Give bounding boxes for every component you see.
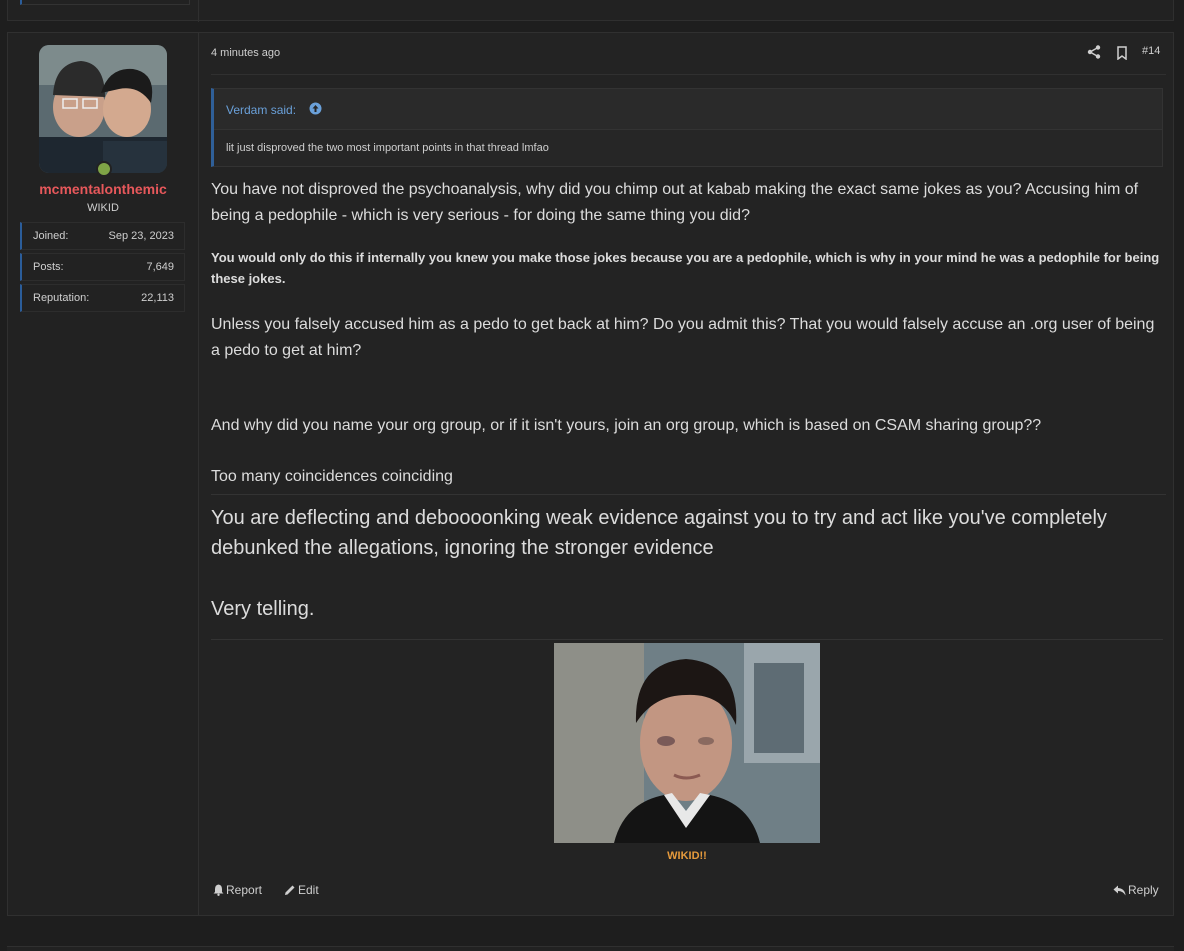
post-timestamp[interactable]: 4 minutes ago <box>211 47 280 59</box>
quote-header: Verdam said: <box>214 89 1162 130</box>
user-sidebar: mcmentalonthemic WIKID Joined: Sep 23, 2… <box>8 33 199 915</box>
stat-reputation: Reputation: 22,113 <box>20 284 185 312</box>
post-paragraph-large: You are deflecting and deboooonking weak… <box>211 507 1107 559</box>
divider <box>211 74 1166 75</box>
post-paragraph-bold: You would only do this if internally you… <box>211 250 1160 286</box>
edit-button[interactable]: Edit <box>284 883 319 897</box>
next-post-fragment <box>7 946 1174 951</box>
divider <box>211 494 1166 495</box>
stat-value: 22,113 <box>141 292 174 304</box>
report-button[interactable]: Report <box>213 883 262 897</box>
avatar[interactable] <box>39 45 167 173</box>
signature-image <box>554 643 820 843</box>
report-label: Report <box>226 883 263 897</box>
reply-icon <box>1113 885 1126 896</box>
forum-post: mcmentalonthemic WIKID Joined: Sep 23, 2… <box>7 32 1174 916</box>
quote-text: lit just disproved the two most importan… <box>226 142 549 154</box>
bell-icon <box>213 884 224 896</box>
user-title: WIKID <box>87 202 119 214</box>
share-icon[interactable] <box>1087 45 1101 59</box>
online-status-indicator <box>96 161 112 177</box>
reply-label: Reply <box>1128 883 1159 897</box>
reply-button[interactable]: Reply <box>1113 883 1159 897</box>
pencil-icon <box>285 885 295 895</box>
stat-label: Joined: <box>33 230 69 242</box>
bookmark-icon[interactable] <box>1116 46 1128 60</box>
stat-joined: Joined: Sep 23, 2023 <box>20 222 185 250</box>
previous-post-fragment <box>7 0 1174 22</box>
post-main: 4 minutes ago #14 Verdam said: lit just … <box>211 33 1166 915</box>
edit-label: Edit <box>298 883 319 897</box>
signature-divider <box>211 639 1163 640</box>
post-paragraph: And why did you name your org group, or … <box>211 417 1042 434</box>
username[interactable]: mcmentalonthemic <box>8 181 198 197</box>
divider <box>198 0 199 22</box>
stat-label: Posts: <box>33 261 64 273</box>
stat-posts: Posts: 7,649 <box>20 253 185 281</box>
post-number-link[interactable]: #14 <box>1142 45 1160 57</box>
stat-value: Sep 23, 2023 <box>108 230 174 242</box>
quote-author-link[interactable]: Verdam said: <box>226 103 296 117</box>
stat-label: Reputation: <box>33 292 90 304</box>
post-paragraph: Unless you falsely accused him as a pedo… <box>211 316 1155 359</box>
signature-caption: WIKID!! <box>667 850 707 862</box>
quote-block: Verdam said: lit just disproved the two … <box>211 88 1163 167</box>
stat-value: 7,649 <box>146 261 174 273</box>
arrow-up-circle-icon[interactable] <box>309 102 322 115</box>
previous-post-user-stat <box>20 0 190 5</box>
post-paragraph-large: Very telling. <box>211 598 315 620</box>
post-paragraph: You have not disproved the psychoanalysi… <box>211 181 1139 224</box>
post-paragraph: Too many coincidences coinciding <box>211 468 453 485</box>
